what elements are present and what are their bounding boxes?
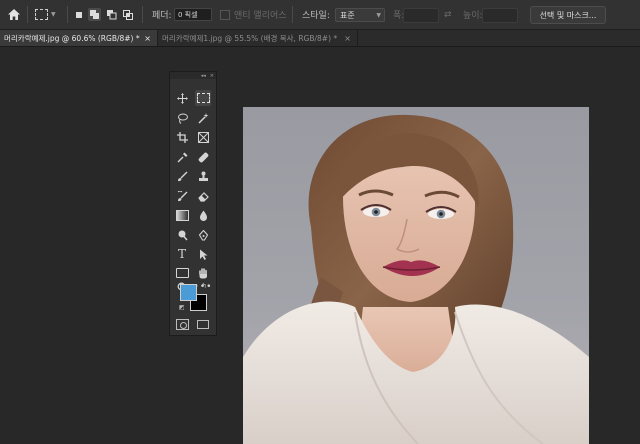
gradient-icon[interactable]: [174, 207, 190, 223]
tool-preset-picker[interactable]: ▼: [35, 0, 56, 29]
frame-icon[interactable]: [195, 129, 211, 145]
tab-document-1[interactable]: 머리카락예제.jpg @ 60.6% (RGB/8#) * ×: [0, 30, 158, 46]
divider: [142, 6, 143, 23]
brush-icon[interactable]: [174, 168, 190, 184]
divider: [27, 6, 28, 23]
home-icon[interactable]: [7, 0, 23, 29]
document-tab-bar: 머리카락예제.jpg @ 60.6% (RGB/8#) * × 머리카락예제1.…: [0, 30, 640, 47]
lasso-icon[interactable]: [174, 110, 190, 126]
width-input[interactable]: [403, 8, 439, 23]
style-select[interactable]: 표준 ▼: [335, 8, 385, 22]
history-brush-icon[interactable]: [174, 188, 190, 204]
subtract-from-selection-button[interactable]: [105, 8, 118, 21]
crop-icon[interactable]: [174, 129, 190, 145]
height-input[interactable]: [482, 8, 518, 23]
swap-colors-icon[interactable]: ↰: [201, 282, 207, 290]
intersect-selection-button[interactable]: [121, 8, 134, 21]
marquee-icon[interactable]: [195, 90, 211, 106]
collapse-icon[interactable]: ◂◂: [201, 73, 206, 79]
default-colors-icon[interactable]: ◩: [179, 304, 185, 311]
tab-label: 머리카락예제.jpg @ 60.6% (RGB/8#) *: [4, 33, 140, 43]
antialias-checkbox[interactable]: 앤티 앨리어스: [220, 0, 287, 29]
quick-mask-icon[interactable]: [176, 319, 189, 330]
tab-label: 머리카락예제1.jpg @ 55.5% (배경 복사, RGB/8#) *: [162, 33, 338, 43]
blur-icon[interactable]: [195, 207, 211, 223]
close-icon[interactable]: ×: [344, 34, 351, 43]
clone-stamp-icon[interactable]: [195, 168, 211, 184]
spot-healing-icon[interactable]: [195, 149, 211, 165]
add-to-selection-button[interactable]: [88, 8, 101, 21]
magic-wand-icon[interactable]: [195, 110, 211, 126]
type-icon[interactable]: T: [174, 246, 190, 262]
antialias-label: 앤티 앨리어스: [234, 11, 287, 21]
divider: [292, 6, 293, 23]
path-selection-icon[interactable]: [195, 246, 211, 262]
tools-panel-header[interactable]: ◂◂ ×: [170, 72, 216, 79]
eyedropper-icon[interactable]: [174, 149, 190, 165]
pen-icon[interactable]: [195, 227, 211, 243]
tab-document-2[interactable]: 머리카락예제1.jpg @ 55.5% (배경 복사, RGB/8#) * ×: [158, 30, 358, 46]
dodge-icon[interactable]: [174, 227, 190, 243]
feather-label: 페더:: [152, 11, 172, 21]
height-label: 높이:: [463, 11, 483, 21]
rectangular-marquee-icon: [35, 9, 48, 20]
new-selection-button[interactable]: [72, 8, 85, 21]
tools-panel: ◂◂ × T ••• ↰ ◩: [169, 71, 217, 336]
feather-input[interactable]: 0 픽셀: [174, 8, 212, 21]
chevron-down-icon: ▼: [376, 11, 381, 19]
screen-mode-icon[interactable]: [197, 320, 209, 329]
style-label: 스타일:: [302, 11, 330, 21]
divider: [67, 6, 68, 23]
portrait-photo: [243, 114, 589, 444]
foreground-color-swatch-top[interactable]: [180, 284, 197, 301]
eraser-icon[interactable]: [195, 188, 211, 204]
select-and-mask-button[interactable]: 선택 및 마스크...: [530, 6, 606, 24]
document-canvas-image[interactable]: [243, 107, 589, 444]
chevron-down-icon: ▼: [51, 11, 56, 18]
checkbox-icon: [220, 9, 230, 20]
swap-dimensions-icon[interactable]: ⇄: [444, 0, 452, 29]
close-icon[interactable]: ×: [144, 34, 151, 43]
style-value: 표준: [340, 10, 355, 20]
close-icon[interactable]: ×: [210, 73, 214, 79]
options-bar: ▼ 페더: 0 픽셀 앤티 앨리어스 스타일: 표준 ▼ 폭: ⇄ 높이: 선택…: [0, 0, 640, 30]
move-icon[interactable]: [174, 90, 190, 106]
